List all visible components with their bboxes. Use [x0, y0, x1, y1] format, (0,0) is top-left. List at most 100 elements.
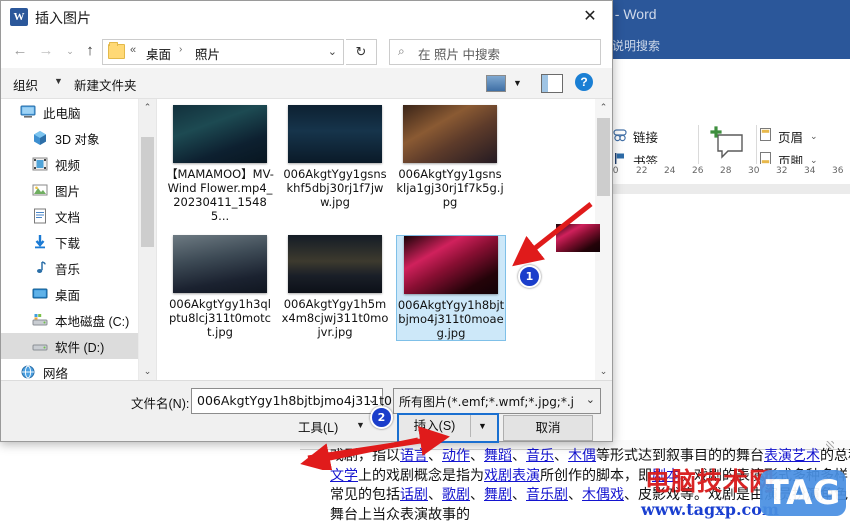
- file-tile[interactable]: 006AkgtYgy1h5mx4m8cjwj311t0mojvr.jpg: [281, 235, 389, 339]
- chevron-down-icon[interactable]: ▼: [54, 76, 63, 86]
- file-name-label: 006AkgtYgy1h5mx4m8cjwj311t0mojvr.jpg: [281, 297, 389, 339]
- word-title-text: ] - Word: [607, 6, 657, 22]
- file-name-input[interactable]: 006AkgtYgy1h8bjtbjmo4j311t0 ⌄: [191, 388, 383, 414]
- music-icon: [31, 259, 49, 277]
- nav-pane-item-label: 此电脑: [43, 103, 81, 122]
- watermark-url: www.tagxp.com: [641, 500, 779, 519]
- search-input[interactable]: ⌕ 在 照片 中搜索: [389, 39, 601, 65]
- file-thumbnail: [288, 105, 382, 163]
- file-tile[interactable]: 006AkgtYgy1gsnsklja1gj30rj1f7k5g.jpg: [396, 105, 504, 209]
- chevron-down-icon[interactable]: ⌄: [595, 363, 612, 380]
- document-hyperlink[interactable]: 戏剧表演: [484, 468, 540, 484]
- link-icon: [612, 127, 628, 146]
- nav-pane-item-6[interactable]: 音乐: [1, 255, 138, 281]
- nav-pane-item-1[interactable]: 3D 对象: [1, 125, 138, 151]
- scrollbar-thumb[interactable]: [597, 118, 610, 196]
- dragged-image-preview: [556, 224, 600, 252]
- document-hyperlink[interactable]: 木偶戏: [582, 487, 624, 503]
- tools-button[interactable]: 工具(L): [298, 417, 338, 436]
- nav-pane-item-5[interactable]: 下载: [1, 229, 138, 255]
- chevron-down-icon[interactable]: ⌄: [810, 131, 818, 142]
- chevron-down-icon[interactable]: ▼: [356, 420, 365, 430]
- watermark-tag-logo: TAG: [760, 470, 846, 516]
- nav-pane-item-4[interactable]: 文档: [1, 203, 138, 229]
- cancel-button[interactable]: 取消: [503, 415, 593, 441]
- address-bar[interactable]: « 桌面 › 照片 ⌄: [102, 39, 344, 65]
- document-hyperlink[interactable]: 木偶: [568, 448, 596, 464]
- breadcrumb-item-photos[interactable]: 照片: [195, 44, 220, 63]
- 3d-objects-icon: [31, 129, 49, 147]
- document-hyperlink[interactable]: 音乐: [526, 448, 554, 464]
- file-thumbnail: [173, 105, 267, 163]
- file-list[interactable]: 【MAMAMOO】MV- Wind Flower.mp4_20230411_15…: [156, 99, 596, 380]
- ruler-tick: 32: [776, 166, 787, 176]
- organize-button[interactable]: 组织: [13, 75, 38, 94]
- this-pc-icon: [19, 103, 37, 121]
- nav-pane-item-10[interactable]: 网络: [1, 359, 138, 380]
- help-icon[interactable]: ?: [575, 73, 593, 91]
- nav-pane-item-9[interactable]: 软件 (D:): [1, 333, 138, 359]
- new-comment-icon[interactable]: [700, 125, 758, 166]
- document-hyperlink[interactable]: 动作: [442, 448, 470, 464]
- pictures-icon: [31, 181, 49, 199]
- nav-pane-item-7[interactable]: 桌面: [1, 281, 138, 307]
- nav-pane-item-label: 文档: [55, 207, 80, 226]
- document-hyperlink[interactable]: 音乐剧: [526, 487, 568, 503]
- nav-pane-item-8[interactable]: 本地磁盘 (C:): [1, 307, 138, 333]
- document-hyperlink[interactable]: 舞蹈: [484, 448, 512, 464]
- file-tile[interactable]: 【MAMAMOO】MV- Wind Flower.mp4_20230411_15…: [166, 105, 274, 223]
- up-one-level-icon[interactable]: ↑: [79, 40, 101, 62]
- nav-pane-item-2[interactable]: 视频: [1, 151, 138, 177]
- document-text-run: 、: [624, 487, 638, 503]
- preview-pane-icon[interactable]: [541, 74, 563, 93]
- file-tile[interactable]: 006AkgtYgy1h3qlptu8lcj311t0motct.jpg: [166, 235, 274, 339]
- breadcrumb-arrow-icon[interactable]: ›: [179, 44, 182, 55]
- ribbon-item-link[interactable]: 链接: [612, 124, 704, 148]
- document-text-run: 上的戏剧概念是指为: [358, 468, 484, 484]
- chevron-down-icon[interactable]: ⌄: [586, 393, 595, 406]
- chevron-down-icon[interactable]: ⌄: [328, 45, 337, 58]
- word-ruler[interactable]: 20 22 24 26 28 30 32 34 36: [600, 164, 850, 185]
- insert-button[interactable]: 插入(S): [399, 415, 470, 437]
- view-layout-icon[interactable]: [486, 75, 506, 92]
- nav-pane-item-3[interactable]: 图片: [1, 177, 138, 203]
- document-text-run: 、: [428, 448, 442, 464]
- ribbon-item-header[interactable]: 页眉 ⌄: [758, 124, 846, 148]
- file-tile[interactable]: 006AkgtYgy1gsnskhf5dbj30rj1f7jww.jpg: [281, 105, 389, 209]
- nav-pane-item-0[interactable]: 此电脑: [1, 99, 138, 125]
- nav-pane-item-label: 桌面: [55, 285, 80, 304]
- network-icon: [19, 363, 37, 380]
- file-name-label: 006AkgtYgy1gsnskhf5dbj30rj1f7jww.jpg: [281, 167, 389, 209]
- refresh-icon[interactable]: ↻: [346, 39, 377, 65]
- back-icon[interactable]: ←: [9, 40, 31, 62]
- local-disk-icon: [31, 311, 49, 329]
- document-hyperlink[interactable]: 文学: [330, 468, 358, 484]
- chevron-down-icon[interactable]: ▼: [513, 78, 522, 88]
- scrollbar-thumb[interactable]: [141, 137, 154, 247]
- forward-icon[interactable]: →: [35, 40, 57, 62]
- recent-locations-chevron-down-icon[interactable]: ⌄: [59, 40, 81, 62]
- file-thumbnail: [173, 235, 267, 293]
- file-tile[interactable]: 006AkgtYgy1h8bjtbjmo4j311t0moaeg.jpg: [396, 235, 506, 341]
- insert-split-chevron-down-icon[interactable]: ▼: [470, 415, 494, 437]
- ruler-tick: 34: [804, 166, 815, 176]
- navigation-pane-scrollbar[interactable]: ⌃ ⌄: [138, 99, 156, 380]
- document-hyperlink[interactable]: 舞剧: [484, 487, 512, 503]
- dialog-footer: 文件名(N): 006AkgtYgy1h8bjtbjmo4j311t0 ⌄ 所有…: [1, 380, 612, 441]
- close-icon[interactable]: ✕: [568, 1, 612, 32]
- file-name-value: 006AkgtYgy1h8bjtbjmo4j311t0: [197, 393, 392, 408]
- file-type-filter-select[interactable]: 所有图片(*.emf;*.wmf;*.jpg;*.jp ⌄: [393, 388, 601, 414]
- document-hyperlink[interactable]: 语言: [400, 448, 428, 464]
- word-document-icon: W: [10, 8, 28, 26]
- breadcrumb-item-desktop[interactable]: 桌面: [146, 44, 171, 63]
- chevron-up-icon[interactable]: ⌃: [595, 99, 612, 116]
- document-hyperlink[interactable]: 话剧: [400, 487, 428, 503]
- new-folder-button[interactable]: 新建文件夹: [74, 75, 137, 94]
- document-text-run: 、: [554, 448, 568, 464]
- ruler-tick: 30: [748, 166, 759, 176]
- document-hyperlink[interactable]: 歌剧: [442, 487, 470, 503]
- chevron-down-icon[interactable]: ⌄: [139, 363, 156, 380]
- watermark-site-name: 电脑技术网: [645, 462, 775, 498]
- chevron-up-icon[interactable]: ⌃: [139, 99, 156, 116]
- chevron-down-icon[interactable]: ⌄: [368, 393, 377, 406]
